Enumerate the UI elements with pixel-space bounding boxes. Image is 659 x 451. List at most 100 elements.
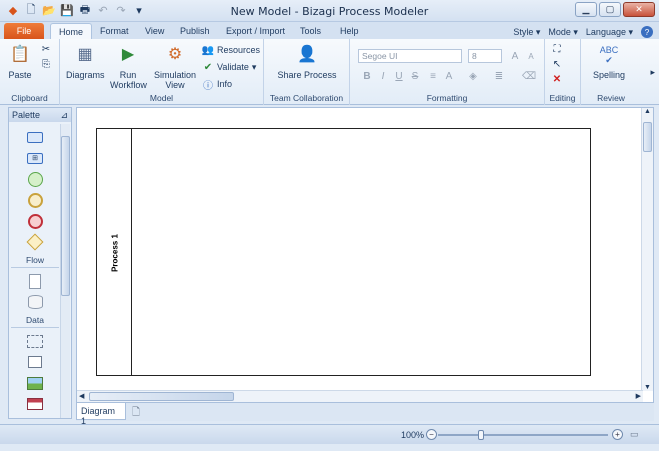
- maximize-button[interactable]: ▢: [599, 2, 621, 17]
- palette-scroll-thumb[interactable]: [61, 136, 70, 296]
- palette-title: Palette: [12, 110, 41, 120]
- mode-menu[interactable]: Mode ▾: [548, 27, 578, 38]
- simulation-icon: ⚙: [167, 46, 183, 63]
- font-size-select[interactable]: 8: [468, 49, 502, 63]
- tab-format[interactable]: Format: [92, 23, 137, 39]
- data-object-icon[interactable]: [26, 273, 44, 289]
- scroll-up-icon[interactable]: ▲: [642, 108, 653, 115]
- resources-button[interactable]: 👥 Resources: [202, 44, 260, 56]
- share-process-button[interactable]: 👤 Share Process: [276, 43, 338, 81]
- spelling-button[interactable]: ABC ✔ Spelling: [589, 43, 629, 80]
- palette-panel: Palette ⊿ ⊞ Flow Data: [8, 107, 72, 419]
- delete-button[interactable]: ✕: [551, 73, 563, 85]
- canvas-vertical-scrollbar[interactable]: ▲ ▼: [641, 108, 653, 391]
- info-button[interactable]: ⓘ Info: [202, 78, 232, 92]
- validate-button[interactable]: ✔ Validate ▾: [202, 61, 257, 73]
- task-shape-icon[interactable]: [26, 129, 44, 145]
- canvas-vscroll-thumb[interactable]: [643, 122, 652, 152]
- copy-icon: ⎘: [42, 58, 50, 70]
- editing-group-label: Editing: [549, 93, 576, 103]
- resources-icon: 👥: [201, 44, 215, 56]
- diagrams-label: Diagrams: [66, 70, 105, 80]
- bold-icon[interactable]: B: [360, 69, 374, 83]
- select-button[interactable]: ↖: [551, 58, 563, 70]
- model-group-label: Model: [149, 93, 174, 103]
- line-style-icon[interactable]: ≣: [492, 69, 506, 83]
- language-label: Language: [585, 26, 626, 37]
- fit-page-icon[interactable]: ▭: [630, 429, 639, 440]
- share-process-label: Share Process: [277, 70, 337, 80]
- pool-shape[interactable]: Process 1: [96, 128, 591, 376]
- formatting-group: Segoe UI 8 A A B I U S ≡ A ◈ ≣ ⌫ Formatt…: [350, 39, 545, 105]
- canvas-hscroll-thumb[interactable]: [89, 392, 234, 401]
- fill-color-icon[interactable]: ◈: [466, 69, 480, 83]
- help-icon[interactable]: ?: [641, 26, 653, 38]
- style-label: Style: [513, 26, 534, 37]
- intermediate-event-icon[interactable]: [26, 192, 44, 208]
- scroll-left-icon[interactable]: ◀: [79, 392, 84, 400]
- scroll-down-icon[interactable]: ▼: [642, 384, 653, 391]
- zoom-out-button[interactable]: −: [426, 429, 437, 440]
- align-left-icon[interactable]: ≡: [426, 69, 440, 83]
- tab-home[interactable]: Home: [50, 23, 93, 39]
- tab-tools[interactable]: Tools: [292, 23, 329, 39]
- tab-view[interactable]: View: [137, 23, 172, 39]
- data-store-icon[interactable]: [26, 294, 44, 310]
- subprocess-shape-icon[interactable]: ⊞: [26, 150, 44, 166]
- ribbon-scroll-right-icon[interactable]: ▸: [650, 67, 655, 78]
- formatting-group-label: Formatting: [426, 93, 468, 103]
- view-label: View: [165, 80, 185, 90]
- tab-export-import[interactable]: Export / Import: [218, 23, 293, 39]
- diagrams-icon: ▦: [77, 46, 93, 63]
- copy-button[interactable]: ⎘: [40, 58, 52, 70]
- gateway-shape-icon[interactable]: [26, 233, 44, 251]
- palette-scrollbar[interactable]: [60, 124, 70, 418]
- resources-label: Resources: [217, 45, 261, 55]
- new-diagram-icon[interactable]: 🗋: [132, 405, 140, 422]
- cut-button[interactable]: ✂: [40, 43, 52, 55]
- simulation-label: Simulation: [154, 70, 197, 80]
- italic-icon[interactable]: I: [376, 69, 390, 83]
- data-section-label: Data: [11, 315, 59, 328]
- zoom-slider[interactable]: [438, 430, 608, 440]
- diagram-canvas[interactable]: Process 1 ▲ ▼ ◀ ▶: [76, 107, 654, 403]
- paste-label: Paste: [8, 70, 32, 80]
- find-button[interactable]: ⛶: [551, 43, 563, 55]
- image-shape-icon[interactable]: [26, 375, 44, 391]
- info-icon: ⓘ: [203, 80, 213, 92]
- minimize-button[interactable]: ▁: [575, 2, 597, 17]
- shrink-font-icon[interactable]: A: [524, 49, 538, 63]
- canvas-horizontal-scrollbar[interactable]: ◀ ▶: [77, 390, 643, 402]
- clear-format-icon[interactable]: ⌫: [522, 69, 536, 83]
- style-menu[interactable]: Style ▾: [513, 27, 540, 38]
- font-color-icon[interactable]: A: [442, 69, 456, 83]
- editing-group: ⛶ ↖ ✕ Editing: [545, 39, 581, 105]
- tab-file[interactable]: File: [4, 23, 44, 39]
- start-event-icon[interactable]: [26, 171, 44, 187]
- run-workflow-button[interactable]: ▶ Run Workflow: [110, 43, 147, 91]
- header-shape-icon[interactable]: [26, 396, 44, 412]
- strikethrough-icon[interactable]: S: [408, 69, 422, 83]
- simulation-view-button[interactable]: ⚙ Simulation View: [154, 43, 197, 91]
- zoom-in-button[interactable]: +: [612, 429, 623, 440]
- grow-font-icon[interactable]: A: [508, 49, 522, 63]
- tab-diagram-1[interactable]: Diagram 1: [76, 403, 126, 426]
- end-event-icon[interactable]: [26, 213, 44, 229]
- close-button[interactable]: ✕: [623, 2, 655, 17]
- tab-help[interactable]: Help: [332, 23, 367, 39]
- language-menu[interactable]: Language ▾: [586, 27, 633, 38]
- diagrams-button[interactable]: ▦ Diagrams: [66, 43, 105, 81]
- underline-icon[interactable]: U: [392, 69, 406, 83]
- scroll-right-icon[interactable]: ▶: [636, 392, 641, 400]
- tab-publish[interactable]: Publish: [172, 23, 218, 39]
- annotation-shape-icon[interactable]: [26, 354, 44, 370]
- spelling-icon: ABC ✔: [599, 45, 619, 65]
- font-family-select[interactable]: Segoe UI: [358, 49, 462, 63]
- group-shape-icon[interactable]: [26, 333, 44, 349]
- paste-button[interactable]: 📋 Paste: [6, 43, 34, 81]
- clipboard-group: 📋 Paste ✂ ⎘ Clipboard: [0, 39, 60, 105]
- pin-icon[interactable]: ⊿: [60, 110, 68, 120]
- checkmark-icon: ✔: [203, 61, 213, 73]
- status-bar: 100% − + ▭: [0, 424, 659, 444]
- zoom-slider-thumb[interactable]: [478, 430, 484, 440]
